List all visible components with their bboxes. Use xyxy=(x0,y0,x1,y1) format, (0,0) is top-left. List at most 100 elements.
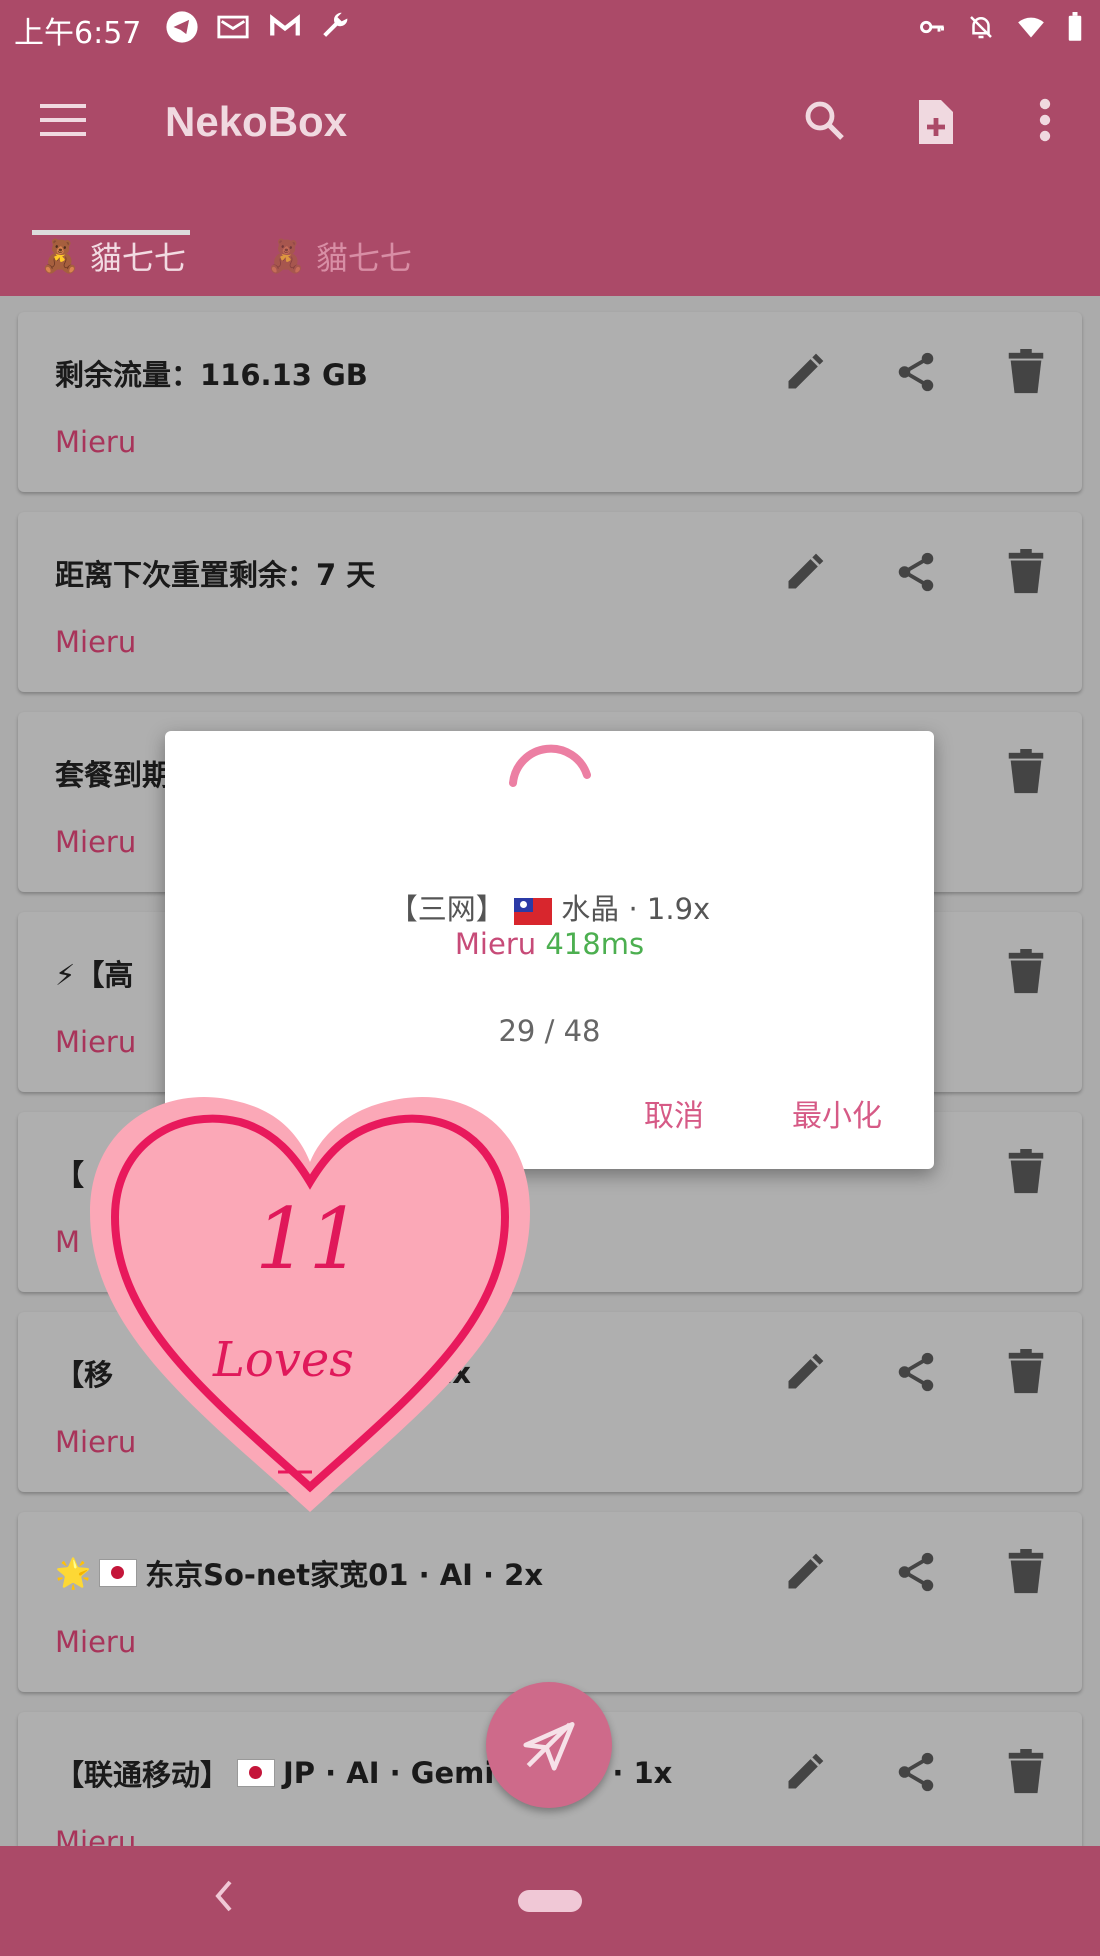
share-icon xyxy=(898,1752,934,1792)
app-title: NekoBox xyxy=(165,98,348,145)
loading-spinner xyxy=(505,741,595,805)
tab-label: 貓七七 xyxy=(315,239,412,277)
profile-name-text: JP · AI · Gemi xyxy=(283,1756,495,1790)
notification-icons xyxy=(165,10,353,44)
delete-button[interactable] xyxy=(996,542,1056,602)
profile-name-tail: · 1x xyxy=(612,1756,673,1790)
latency-result: Mieru 418ms xyxy=(165,927,934,961)
taiwan-flag-icon xyxy=(514,897,553,925)
delete-button[interactable] xyxy=(996,1542,1056,1602)
japan-flag-icon xyxy=(237,1759,276,1787)
delete-button[interactable] xyxy=(996,342,1056,402)
edit-icon xyxy=(788,1353,824,1389)
share-icon xyxy=(898,1352,934,1392)
delete-button[interactable] xyxy=(996,1142,1056,1202)
profile-card[interactable]: 距离下次重置剩余：7 天 Mieru xyxy=(18,512,1082,692)
wrench-icon xyxy=(323,12,348,37)
teddy-bear-icon: 🧸 xyxy=(266,237,306,275)
wifi-icon xyxy=(1018,17,1044,38)
new-file-icon xyxy=(919,100,953,144)
menu-icon xyxy=(40,104,86,136)
profile-group: Mieru xyxy=(55,1825,137,1846)
delete-icon xyxy=(1008,349,1044,394)
server-prefix: 【三网】 xyxy=(388,892,505,926)
new-profile-button[interactable] xyxy=(911,96,959,152)
minimize-button[interactable]: 最小化 xyxy=(792,1091,882,1135)
star-icon: 🌟 xyxy=(55,1555,92,1590)
server-name: 水晶 · 1.9x xyxy=(561,892,711,926)
share-button[interactable] xyxy=(886,342,946,402)
delete-button[interactable] xyxy=(996,742,1056,802)
profile-group: Mieru xyxy=(55,425,137,459)
delete-button[interactable] xyxy=(996,1742,1056,1802)
share-icon xyxy=(898,552,934,592)
share-button[interactable] xyxy=(886,1342,946,1402)
current-server: 【三网】 水晶 · 1.9x xyxy=(165,886,934,928)
tab-group-2[interactable]: 🧸 貓七七 xyxy=(266,216,412,296)
edit-icon xyxy=(788,353,824,389)
heart-sticker: 11 Loves xyxy=(80,1082,540,1542)
share-icon xyxy=(898,352,934,392)
delete-icon xyxy=(1008,1349,1044,1394)
test-progress: 29 / 48 xyxy=(498,1014,601,1048)
share-icon xyxy=(898,1552,934,1592)
teddy-bear-icon: 🧸 xyxy=(40,237,80,275)
mail-icon xyxy=(217,15,249,39)
delete-button[interactable] xyxy=(996,1342,1056,1402)
profile-name-text: 东京So-net家宽01 · AI · 2x xyxy=(145,1558,544,1592)
more-options-button[interactable] xyxy=(1030,96,1060,148)
status-time: 上午6:57 xyxy=(14,16,142,51)
share-button[interactable] xyxy=(886,542,946,602)
profile-name: 🌟 东京So-net家宽01 · AI · 2x xyxy=(55,1552,543,1594)
cancel-button[interactable]: 取消 xyxy=(644,1091,704,1135)
app-bar: NekoBox 🧸 貓七七 🧸 貓七七 xyxy=(0,56,1100,296)
tab-indicator xyxy=(32,230,190,235)
share-button[interactable] xyxy=(886,1542,946,1602)
vpn-key-icon xyxy=(920,20,944,34)
edit-button[interactable] xyxy=(775,342,835,402)
back-button[interactable] xyxy=(212,1876,236,1920)
delete-icon xyxy=(1008,949,1044,994)
edit-icon xyxy=(788,553,824,589)
send-icon xyxy=(523,1722,575,1771)
profile-name-head: 【联通移动】 xyxy=(55,1758,230,1792)
profile-name: 剩余流量：116.13 GB xyxy=(55,358,368,392)
tab-group-1[interactable]: 🧸 貓七七 xyxy=(40,216,186,296)
search-button[interactable] xyxy=(800,96,848,148)
japan-flag-icon xyxy=(99,1559,138,1587)
edit-icon xyxy=(788,1753,824,1789)
delete-icon xyxy=(1008,1149,1044,1194)
system-icons xyxy=(916,12,1084,42)
delete-button[interactable] xyxy=(996,942,1056,1002)
search-icon xyxy=(805,101,844,140)
group-tabs: 🧸 貓七七 🧸 貓七七 xyxy=(0,216,1100,296)
connect-fab[interactable] xyxy=(486,1682,612,1808)
menu-button[interactable] xyxy=(40,102,86,142)
profile-name: 套餐到期 xyxy=(55,758,172,792)
notifications-off-icon xyxy=(970,16,992,39)
battery-icon xyxy=(1068,12,1082,41)
profile-group: M xyxy=(55,1225,81,1259)
system-nav-bar xyxy=(0,1846,1100,1956)
profile-group: Mieru xyxy=(55,825,137,859)
latency-value: 418ms xyxy=(545,927,645,961)
profile-card[interactable]: 剩余流量：116.13 GB Mieru xyxy=(18,312,1082,492)
sticker-word: Loves xyxy=(213,1332,354,1388)
profile-group: Mieru xyxy=(55,625,137,659)
delete-icon xyxy=(1008,1549,1044,1594)
delete-icon xyxy=(1008,749,1044,794)
back-icon xyxy=(215,1880,232,1912)
profile-group: Mieru xyxy=(55,1625,137,1659)
edit-button[interactable] xyxy=(775,1542,835,1602)
home-pill[interactable] xyxy=(518,1890,582,1912)
edit-button[interactable] xyxy=(775,542,835,602)
edit-button[interactable] xyxy=(775,1742,835,1802)
edit-icon xyxy=(788,1553,824,1589)
sticker-number: 11 xyxy=(255,1190,362,1288)
tab-label: 貓七七 xyxy=(89,239,186,277)
share-button[interactable] xyxy=(886,1742,946,1802)
telegram-icon xyxy=(166,11,198,43)
profile-group: Mieru xyxy=(55,1025,137,1059)
delete-icon xyxy=(1008,549,1044,594)
edit-button[interactable] xyxy=(775,1342,835,1402)
